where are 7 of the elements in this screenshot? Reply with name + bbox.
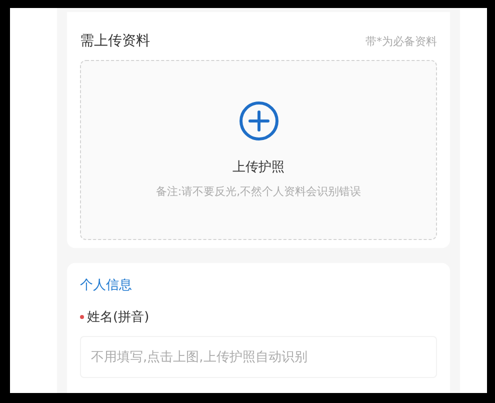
section-title: 需上传资料 [80, 32, 150, 50]
input-field[interactable]: 不用填写,点击上图,上传护照自动识别 [80, 336, 437, 378]
section-title: 个人信息 [80, 277, 133, 294]
upload-area[interactable]: 上传护照 备注:请不要反光,不然个人资料会识别错误 [80, 60, 437, 240]
required-hint: 带*为必备资料 [366, 34, 437, 48]
field-label: 姓名(拼音) [87, 309, 150, 326]
add-icon [238, 101, 278, 141]
